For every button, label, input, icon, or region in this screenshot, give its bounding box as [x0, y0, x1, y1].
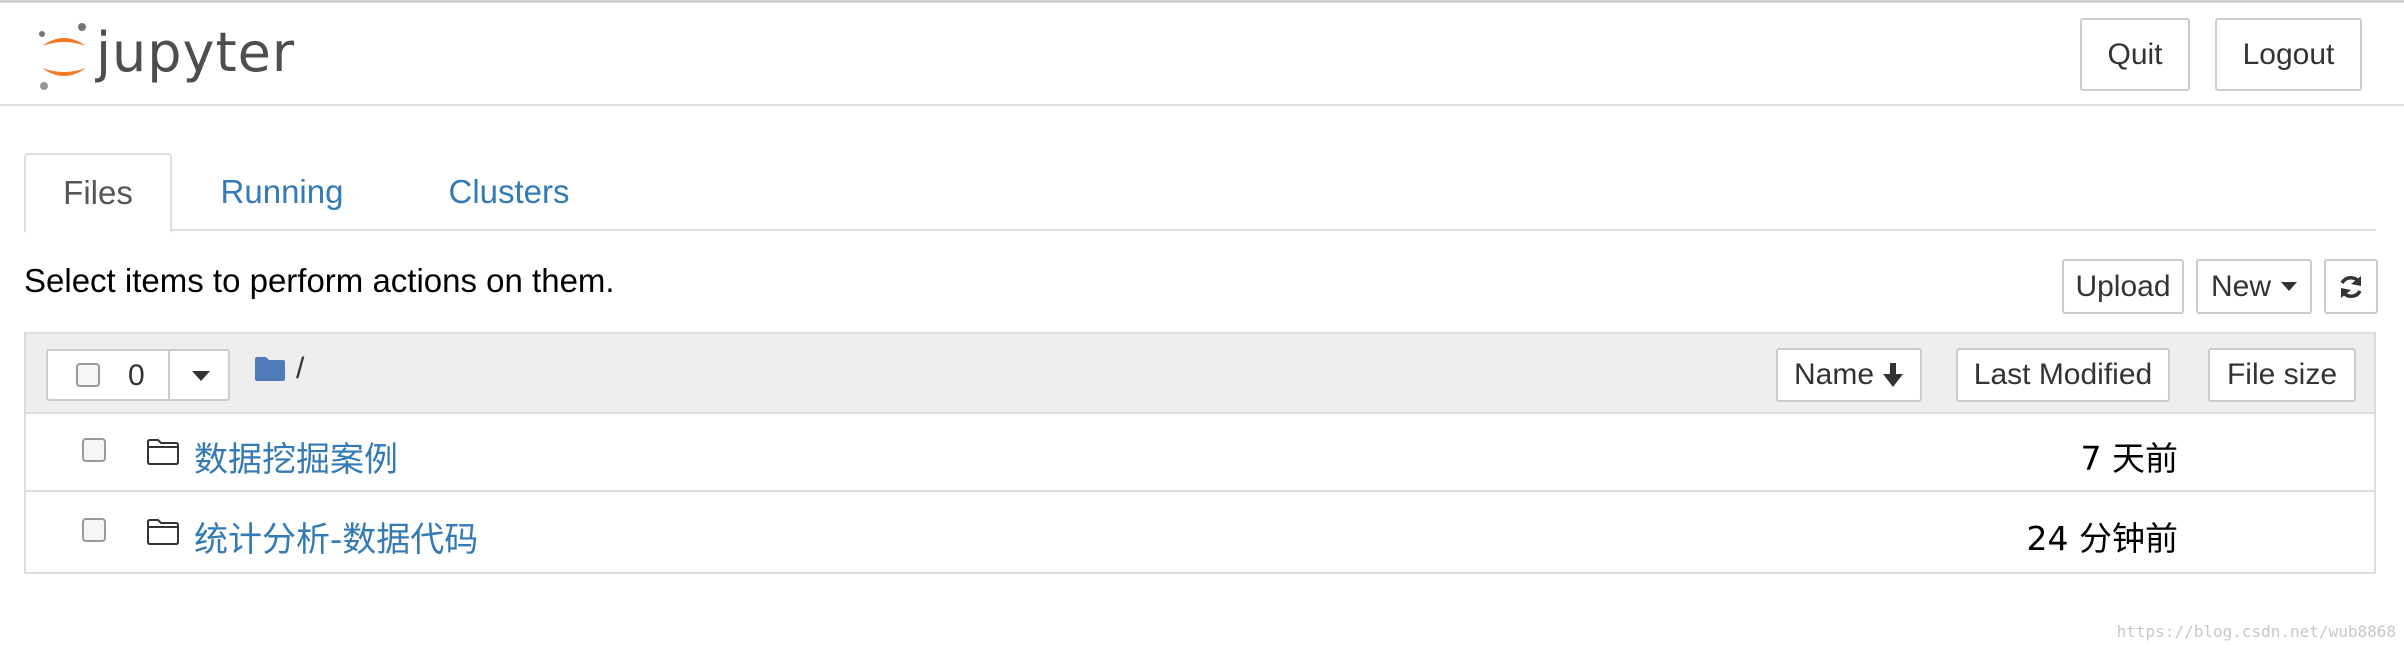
sort-by-file-size-button[interactable]: File size — [2208, 348, 2356, 402]
selection-menu-caret-icon[interactable] — [192, 371, 210, 381]
file-list-header: 0 / Name Last Modified File size — [26, 334, 2374, 414]
tab-bar: Files Running Clusters — [24, 153, 2376, 233]
tab-clusters[interactable]: Clusters — [404, 153, 614, 231]
upload-button-label: Upload — [2075, 269, 2171, 303]
caret-down-icon — [2281, 282, 2297, 291]
refresh-button[interactable] — [2324, 259, 2378, 314]
item-name-link[interactable]: 统计分析-数据代码 — [194, 512, 478, 561]
file-list-panel: 0 / Name Last Modified File size 数据挖掘案例 … — [24, 332, 2376, 574]
new-button-label: New — [2210, 269, 2271, 303]
new-dropdown-button[interactable]: New — [2196, 259, 2312, 314]
sort-by-name-button[interactable]: Name — [1776, 348, 1922, 402]
sort-by-last-modified-button[interactable]: Last Modified — [1956, 348, 2170, 402]
refresh-icon — [2340, 275, 2362, 298]
item-last-modified: 7 天前 — [2080, 439, 2179, 478]
folder-icon — [147, 519, 179, 545]
selected-count: 0 — [128, 359, 145, 392]
item-checkbox[interactable] — [82, 518, 106, 542]
select-all-checkbox[interactable] — [76, 363, 100, 387]
item-last-modified: 24 分钟前 — [2026, 519, 2178, 558]
watermark: https://blog.csdn.net/wub8868 — [2116, 622, 2396, 641]
item-name-link[interactable]: 数据挖掘案例 — [194, 432, 398, 481]
folder-icon — [147, 439, 179, 465]
quit-button[interactable]: Quit — [2080, 18, 2190, 91]
upload-button[interactable]: Upload — [2062, 259, 2184, 314]
item-checkbox[interactable] — [82, 438, 106, 462]
select-divider — [168, 351, 170, 399]
breadcrumb-root[interactable]: / — [296, 352, 304, 386]
jupyter-logo[interactable]: jupyter — [34, 18, 304, 94]
instruction-text: Select items to perform actions on them. — [24, 262, 615, 299]
breadcrumb-folder-icon[interactable] — [254, 356, 286, 382]
select-all-group: 0 — [46, 349, 230, 401]
header: jupyter Quit Logout — [0, 4, 2404, 106]
tab-files[interactable]: Files — [24, 153, 172, 233]
logout-button[interactable]: Logout — [2215, 18, 2362, 91]
sort-name-label: Name — [1793, 358, 1875, 391]
list-item[interactable]: 统计分析-数据代码 24 分钟前 — [26, 494, 2374, 572]
tab-running[interactable]: Running — [194, 153, 370, 231]
arrow-down-icon — [1883, 363, 1904, 387]
jupyter-logo-icon — [39, 23, 86, 90]
logo-text: jupyter — [96, 21, 296, 84]
list-item[interactable]: 数据挖掘案例 7 天前 — [26, 414, 2374, 492]
